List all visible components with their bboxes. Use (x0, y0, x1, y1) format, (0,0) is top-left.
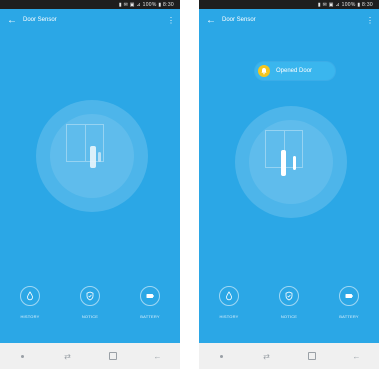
history-label: HISTORY (20, 314, 40, 319)
battery-label: BATTERY (339, 314, 359, 319)
back-button[interactable]: ← (202, 9, 220, 31)
dot-icon (21, 354, 24, 358)
back-button[interactable]: ← (3, 9, 21, 31)
home-button[interactable] (300, 346, 324, 366)
page-title: Door Sensor (222, 17, 256, 23)
recent-apps-button[interactable]: ⇄ (56, 346, 80, 366)
recent-apps-icon: ⇄ (263, 351, 270, 361)
bottom-actions: HISTORY NOTICE BATTERY (0, 286, 180, 332)
phone-screen-opened: ▮ ✉ ▣ ⊿ 100% ▮ 8:30 ← Door Sensor ⋮ Open… (199, 0, 379, 369)
sensor-visual (235, 106, 347, 218)
home-icon (307, 352, 316, 360)
page-title: Door Sensor (23, 17, 57, 23)
battery-button[interactable]: BATTERY (130, 286, 170, 332)
sensor-body-icon (281, 150, 286, 176)
sensor-magnet-icon (293, 156, 296, 170)
nav-back-button[interactable]: ← (345, 346, 369, 366)
more-options-button[interactable]: ⋮ (164, 9, 178, 31)
nav-dot-button[interactable] (11, 346, 35, 366)
history-label: HISTORY (219, 314, 239, 319)
bell-icon (258, 65, 270, 77)
nav-dot-button[interactable] (210, 346, 234, 366)
more-vert-icon: ⋮ (167, 15, 175, 25)
recent-apps-button[interactable]: ⇄ (255, 346, 279, 366)
home-button[interactable] (101, 346, 125, 366)
shield-icon (80, 286, 100, 306)
status-bar-text: ▮ ✉ ▣ ⊿ 100% ▮ 8:30 (317, 1, 373, 8)
status-bar-text: ▮ ✉ ▣ ⊿ 100% ▮ 8:30 (118, 1, 174, 8)
system-nav-bar: ⇄ ← (0, 343, 180, 369)
system-nav-bar: ⇄ ← (199, 343, 379, 369)
notification-text: Opened Door (276, 68, 313, 74)
opened-door-notification[interactable]: Opened Door (255, 62, 335, 80)
droplet-icon (219, 286, 239, 306)
shield-icon (279, 286, 299, 306)
battery-icon (140, 286, 160, 306)
sensor-body-icon (90, 146, 96, 168)
battery-label: BATTERY (140, 314, 160, 319)
history-button[interactable]: HISTORY (209, 286, 249, 332)
status-bar: ▮ ✉ ▣ ⊿ 100% ▮ 8:30 (0, 0, 180, 9)
more-options-button[interactable]: ⋮ (363, 9, 377, 31)
back-arrow-icon: ← (153, 351, 162, 361)
recent-apps-icon: ⇄ (64, 351, 71, 361)
dot-icon (220, 354, 223, 358)
status-bar: ▮ ✉ ▣ ⊿ 100% ▮ 8:30 (199, 0, 379, 9)
droplet-icon (20, 286, 40, 306)
bottom-actions: HISTORY NOTICE BATTERY (199, 286, 379, 332)
back-arrow-icon: ← (352, 351, 361, 361)
battery-icon (339, 286, 359, 306)
sensor-magnet-icon (98, 152, 101, 162)
notice-button[interactable]: NOTICE (70, 286, 110, 332)
sensor-visual (36, 100, 148, 212)
app-bar: ← Door Sensor ⋮ (0, 9, 180, 31)
notice-button[interactable]: NOTICE (269, 286, 309, 332)
phone-screen-closed: ▮ ✉ ▣ ⊿ 100% ▮ 8:30 ← Door Sensor ⋮ HIST… (0, 0, 180, 369)
arrow-left-icon: ← (7, 14, 17, 26)
notice-label: NOTICE (280, 314, 298, 319)
more-vert-icon: ⋮ (366, 15, 374, 25)
notice-label: NOTICE (81, 314, 99, 319)
app-bar: ← Door Sensor ⋮ (199, 9, 379, 31)
nav-back-button[interactable]: ← (146, 346, 170, 366)
home-icon (108, 352, 117, 360)
history-button[interactable]: HISTORY (10, 286, 50, 332)
battery-button[interactable]: BATTERY (329, 286, 369, 332)
arrow-left-icon: ← (206, 14, 216, 26)
